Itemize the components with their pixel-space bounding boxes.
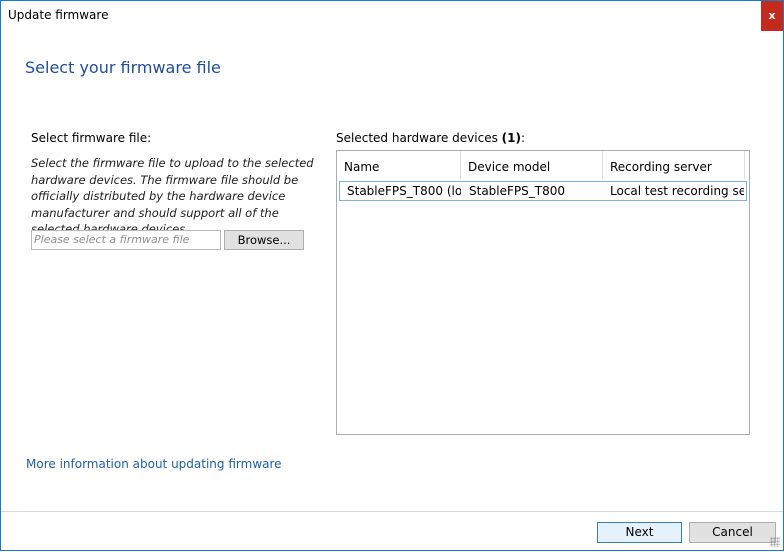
more-info-link[interactable]: More information about updating firmware [26, 457, 282, 471]
selected-devices-label-colon: : [520, 131, 526, 145]
window-title: Update firmware [8, 8, 109, 22]
column-header-recording-server[interactable]: Recording server [603, 151, 745, 179]
title-bar[interactable]: Update firmware x [1, 0, 783, 32]
close-button[interactable]: x [761, 1, 783, 31]
firmware-description: Select the firmware file to upload to th… [31, 156, 314, 236]
selected-devices-label-text: Selected hardware devices [336, 131, 502, 145]
footer-divider [1, 511, 783, 512]
page-heading: Select your firmware file [25, 58, 221, 77]
selected-devices-label: Selected hardware devices (1): [336, 131, 525, 145]
column-header-device-model[interactable]: Device model [461, 151, 603, 179]
cell-device-model: StableFPS_T800 [469, 184, 565, 198]
cancel-button[interactable]: Cancel [689, 522, 776, 543]
update-firmware-dialog: Update firmware x Select your firmware f… [0, 0, 784, 551]
next-button[interactable]: Next [597, 522, 682, 543]
resize-grip-icon[interactable] [770, 537, 780, 547]
cell-name: StableFPS_T800 (lo... [347, 184, 461, 198]
table-row[interactable]: StableFPS_T800 (lo... StableFPS_T800 Loc… [339, 181, 747, 201]
column-header-name[interactable]: Name [337, 151, 461, 179]
browse-button[interactable]: Browse... [224, 230, 304, 250]
selected-devices-count: (1) [501, 131, 521, 145]
table-header: Name Device model Recording server [337, 151, 749, 179]
firmware-file-input[interactable]: Please select a firmware file [31, 230, 221, 250]
cell-recording-server: Local test recording se... [610, 184, 744, 198]
devices-table: Name Device model Recording server Stabl… [336, 150, 750, 435]
select-firmware-label: Select firmware file: [31, 131, 152, 145]
